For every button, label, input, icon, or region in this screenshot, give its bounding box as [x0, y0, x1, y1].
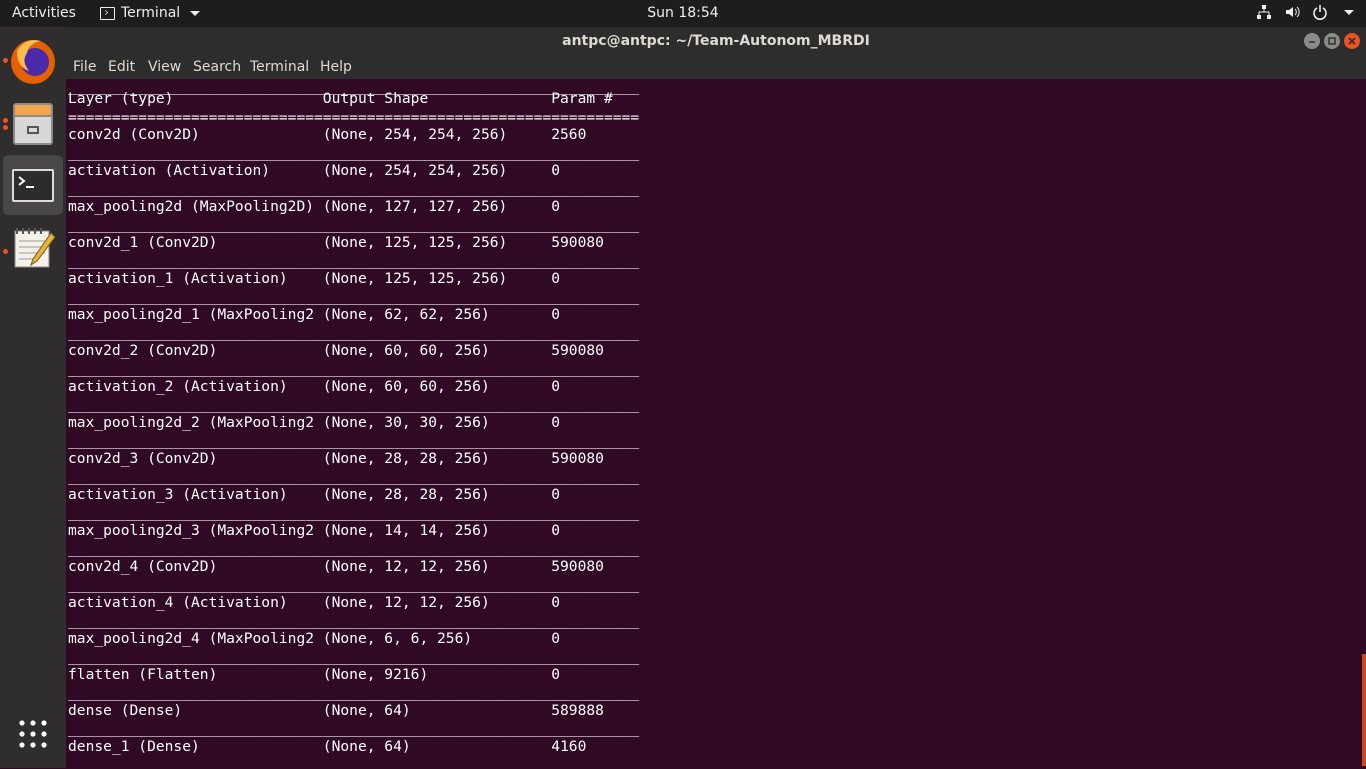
terminal-line: activation_3 (Activation) (None, 28, 28,…	[68, 486, 640, 503]
terminal-line: activation_2 (Activation) (None, 60, 60,…	[68, 378, 640, 395]
terminal-line: ________________________________________…	[68, 648, 640, 665]
show-applications-icon[interactable]	[3, 705, 63, 765]
volume-icon[interactable]	[1284, 4, 1300, 20]
system-tray[interactable]	[1256, 4, 1354, 20]
clock[interactable]: Sun 18:54	[0, 5, 1366, 21]
terminal-line: conv2d_3 (Conv2D) (None, 28, 28, 256) 59…	[68, 450, 640, 467]
terminal-line: flatten (Flatten) (None, 9216) 0	[68, 666, 640, 683]
terminal-line: ________________________________________…	[68, 252, 640, 269]
window-title: antpc@antpc: ~/Team-Autonom_MBRDI	[562, 33, 870, 49]
terminal-line: ________________________________________…	[68, 432, 640, 449]
terminal-line: ________________________________________…	[68, 720, 640, 737]
menu-file[interactable]: File	[73, 59, 96, 75]
firefox-icon[interactable]	[3, 31, 63, 91]
terminal-line: max_pooling2d_1 (MaxPooling2 (None, 62, …	[68, 306, 640, 323]
window-controls	[1304, 33, 1360, 49]
terminal-line: ________________________________________…	[68, 540, 640, 557]
terminal-line: ________________________________________…	[68, 180, 640, 197]
terminal-line: max_pooling2d_3 (MaxPooling2 (None, 14, …	[68, 522, 640, 539]
network-icon[interactable]	[1256, 4, 1272, 20]
terminal-line: ________________________________________…	[68, 468, 640, 485]
terminal-menubar: File Edit View Search Terminal Help	[66, 55, 1366, 79]
terminal-line: max_pooling2d_2 (MaxPooling2 (None, 30, …	[68, 414, 640, 431]
menu-help[interactable]: Help	[320, 59, 352, 75]
terminal-line: activation_4 (Activation) (None, 12, 12,…	[68, 594, 640, 611]
terminal-output[interactable]: ________________________________________…	[66, 78, 1366, 768]
terminal-line: ________________________________________…	[68, 216, 640, 233]
terminal-line: dense_1 (Dense) (None, 64) 4160	[68, 738, 640, 755]
terminal-line: ________________________________________…	[68, 288, 640, 305]
terminal-line: ________________________________________…	[68, 612, 640, 629]
terminal-line: max_pooling2d_4 (MaxPooling2 (None, 6, 6…	[68, 630, 640, 647]
menu-terminal[interactable]: Terminal	[250, 59, 309, 75]
terminal-line: ________________________________________…	[68, 396, 640, 413]
terminal-line: conv2d_4 (Conv2D) (None, 12, 12, 256) 59…	[68, 558, 640, 575]
minimize-button[interactable]	[1304, 33, 1320, 49]
terminal-line: ________________________________________…	[68, 324, 640, 341]
terminal-line: dense (Dense) (None, 64) 589888	[68, 702, 640, 719]
power-icon[interactable]	[1312, 4, 1328, 20]
close-button[interactable]	[1344, 33, 1360, 49]
menu-search[interactable]: Search	[193, 59, 241, 75]
chevron-down-icon[interactable]	[1344, 9, 1354, 15]
terminal-line: max_pooling2d (MaxPooling2D) (None, 127,…	[68, 198, 640, 215]
window-titlebar[interactable]: antpc@antpc: ~/Team-Autonom_MBRDI	[66, 27, 1366, 55]
terminal-line: ________________________________________…	[68, 144, 640, 161]
text-editor-icon[interactable]	[3, 217, 63, 277]
maximize-button[interactable]	[1324, 33, 1340, 49]
menu-edit[interactable]: Edit	[108, 59, 135, 75]
terminal-line: ________________________________________…	[68, 504, 640, 521]
terminal-line: activation (Activation) (None, 254, 254,…	[68, 162, 640, 179]
files-icon[interactable]	[3, 93, 63, 153]
terminal-scrollbar[interactable]	[1362, 654, 1366, 766]
terminal-icon[interactable]	[3, 155, 63, 215]
terminal-line: conv2d_2 (Conv2D) (None, 60, 60, 256) 59…	[68, 342, 640, 359]
terminal-line: conv2d_1 (Conv2D) (None, 125, 125, 256) …	[68, 234, 640, 251]
terminal-line: activation_1 (Activation) (None, 125, 12…	[68, 270, 640, 287]
terminal-line: ________________________________________…	[68, 360, 640, 377]
menu-view[interactable]: View	[148, 59, 181, 75]
terminal-line: ________________________________________…	[68, 576, 640, 593]
top-bar: Activities Terminal Sun 18:54	[0, 0, 1366, 27]
terminal-line: ========================================…	[68, 109, 640, 126]
terminal-line: ________________________________________…	[68, 684, 640, 701]
terminal-line: conv2d (Conv2D) (None, 254, 254, 256) 25…	[68, 126, 640, 143]
terminal-line: Layer (type) Output Shape Param #	[68, 90, 640, 107]
dock	[0, 27, 66, 768]
